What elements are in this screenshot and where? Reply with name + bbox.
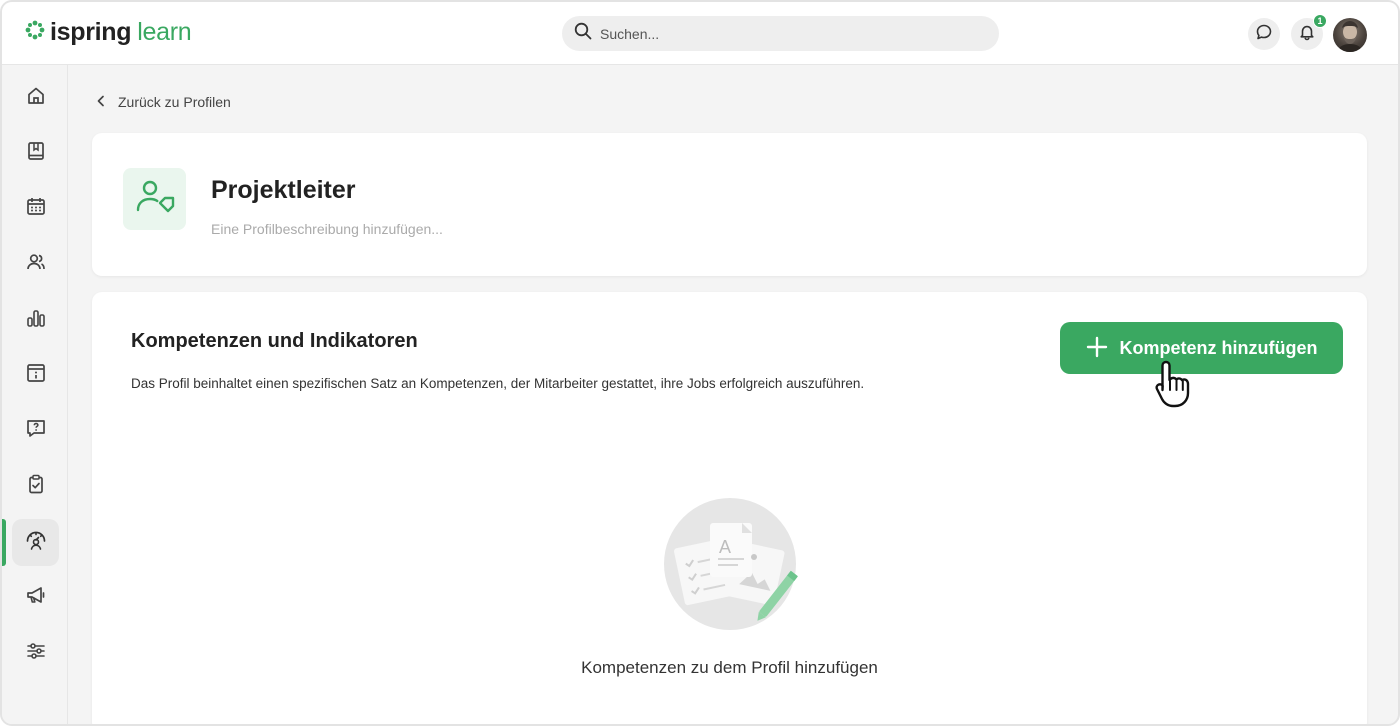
profile-tag-icon	[134, 176, 176, 223]
avatar[interactable]	[1333, 18, 1367, 52]
info-card-icon	[25, 362, 47, 389]
section-title: Kompetenzen und Indikatoren	[131, 330, 418, 352]
home-icon	[25, 85, 47, 112]
sidebar-item-users[interactable]	[12, 241, 59, 288]
sidebar-item-announcements[interactable]	[12, 574, 59, 621]
app-window: ispring learn Suchen... 1 Zurück zu Prof…	[0, 0, 1400, 726]
profile-title[interactable]: Projektleiter	[211, 176, 356, 205]
empty-state-illustration: A	[664, 497, 798, 642]
notifications-button[interactable]: 1	[1291, 14, 1327, 50]
notification-badge: 1	[1313, 14, 1327, 28]
sidebar-item-info[interactable]	[12, 352, 59, 399]
back-link[interactable]: Zurück zu Profilen	[96, 94, 231, 110]
profile-card: Projektleiter Eine Profilbeschreibung hi…	[92, 133, 1367, 276]
logo[interactable]: ispring learn	[24, 18, 192, 47]
book-icon	[25, 140, 47, 167]
chevron-left-icon	[96, 94, 106, 110]
megaphone-icon	[25, 584, 47, 611]
sliders-icon	[25, 640, 47, 667]
sidebar-item-courses[interactable]	[12, 130, 59, 177]
active-indicator	[2, 519, 6, 566]
chat-button[interactable]	[1248, 18, 1280, 50]
plus-icon	[1086, 336, 1108, 358]
search-input[interactable]	[600, 25, 980, 42]
sidebar-item-settings[interactable]	[12, 630, 59, 677]
clipboard-check-icon	[25, 473, 47, 500]
calendar-icon	[25, 195, 47, 222]
svg-text:A: A	[719, 537, 731, 557]
gauge-person-icon	[24, 528, 48, 557]
top-bar: ispring learn Suchen... 1	[2, 2, 1398, 65]
sidebar	[2, 65, 68, 724]
sidebar-item-reports[interactable]	[12, 297, 59, 344]
back-link-label: Zurück zu Profilen	[118, 94, 231, 110]
bell-icon	[1298, 23, 1316, 46]
sidebar-item-calendar[interactable]	[12, 185, 59, 232]
search-icon	[574, 22, 592, 45]
logo-text-secondary: learn	[137, 18, 192, 46]
sidebar-item-tasks[interactable]	[12, 463, 59, 510]
chat-icon	[1255, 23, 1273, 46]
search-bar[interactable]	[562, 16, 999, 51]
add-competency-label: Kompetenz hinzufügen	[1119, 337, 1318, 358]
hand-cursor-icon	[1154, 358, 1202, 417]
users-icon	[25, 251, 47, 278]
profile-icon-tile	[123, 168, 186, 230]
question-icon	[25, 417, 47, 444]
logo-text-primary: ispring	[50, 18, 132, 46]
sidebar-item-competencies[interactable]	[12, 519, 59, 566]
empty-state-text: Kompetenzen zu dem Profil hinzufügen	[581, 658, 878, 677]
chart-icon	[25, 307, 47, 334]
section-description: Das Profil beinhaltet einen spezifischen…	[131, 376, 865, 391]
sidebar-item-questions[interactable]	[12, 407, 59, 454]
sidebar-item-home[interactable]	[12, 75, 59, 122]
logo-icon	[24, 19, 46, 46]
profile-description-field[interactable]: Eine Profilbeschreibung hinzufügen...	[211, 221, 443, 237]
